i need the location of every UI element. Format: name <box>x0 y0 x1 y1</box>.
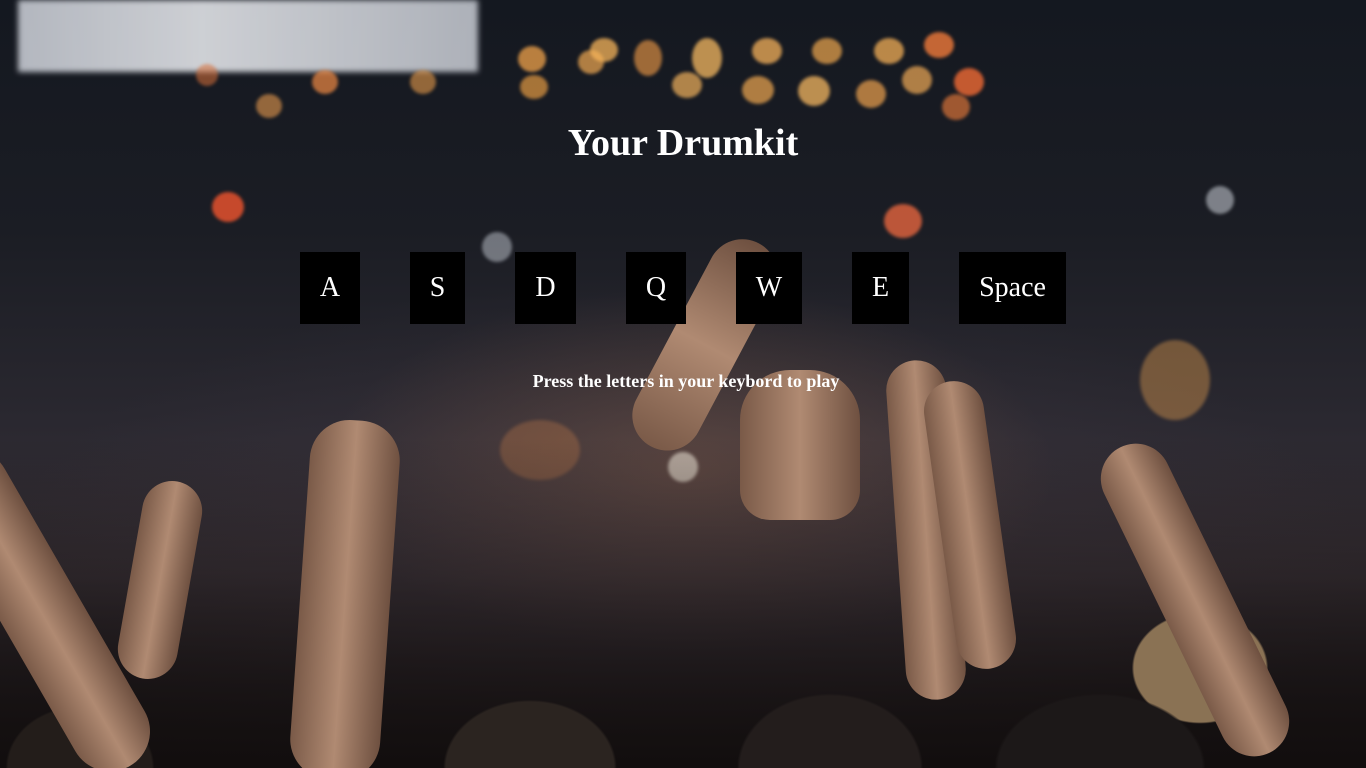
drum-key-e[interactable]: E <box>852 252 909 324</box>
drum-key-d[interactable]: D <box>515 252 576 324</box>
drum-key-w[interactable]: W <box>736 252 802 324</box>
drum-key-q[interactable]: Q <box>626 252 686 324</box>
drum-key-a[interactable]: A <box>300 252 360 324</box>
play-instructions: Press the letters in your keybord to pla… <box>532 371 840 391</box>
page-title: Your Drumkit <box>567 122 799 164</box>
drum-key-space[interactable]: Space <box>959 252 1066 324</box>
drum-key-s[interactable]: S <box>410 252 465 324</box>
drumkit-app: Your Drumkit A S D Q W E Space Press the… <box>0 0 1366 768</box>
